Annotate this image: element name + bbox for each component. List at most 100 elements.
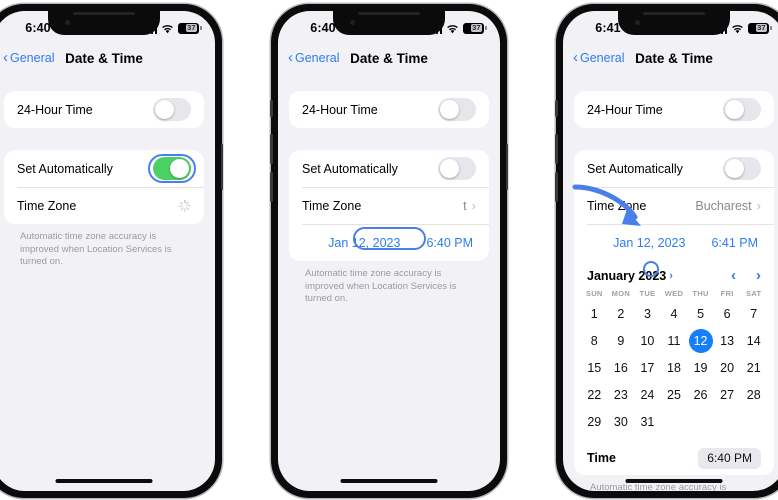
card-auto-3: Set Automatically Time Zone Bucharest › (574, 150, 774, 475)
volume-down-button[interactable] (555, 172, 558, 202)
calendar-day-selected[interactable]: 12 (687, 327, 714, 354)
calendar-weekday-header: SUN MON TUE WED THU FRI SAT (574, 286, 774, 299)
date-picker-button[interactable]: Jan 12, 2023 (328, 236, 400, 250)
settings-content-2: 24-Hour Time Set Automatically Time Zone… (278, 91, 500, 306)
calendar-day-empty (687, 408, 714, 435)
battery-percent: 37 (185, 23, 197, 32)
date-picker-button[interactable]: Jan 12, 2023 (613, 236, 685, 250)
calendar-day[interactable]: 23 (608, 381, 635, 408)
row-time-zone[interactable]: Time Zone t › (289, 187, 489, 224)
toggle-knob (724, 99, 745, 120)
phone-3-screen: 6:41 37 ‹ General Date & Time 24-Hour Ti… (563, 11, 778, 491)
toggle-24-hour-time[interactable] (153, 98, 191, 121)
calendar-day[interactable]: 27 (714, 381, 741, 408)
calendar-day[interactable]: 8 (581, 327, 608, 354)
back-button-label: General (10, 51, 55, 65)
calendar-day[interactable]: 7 (740, 300, 767, 327)
volume-up-button[interactable] (555, 134, 558, 164)
calendar-day[interactable]: 22 (581, 381, 608, 408)
calendar-day[interactable]: 11 (661, 327, 688, 354)
row-label: 24-Hour Time (587, 102, 663, 117)
calendar-day[interactable]: 29 (581, 408, 608, 435)
calendar-day-empty (661, 408, 688, 435)
calendar-day[interactable]: 28 (740, 381, 767, 408)
power-button[interactable] (505, 144, 508, 190)
row-24-hour-time[interactable]: 24-Hour Time (289, 91, 489, 128)
calendar-day[interactable]: 20 (714, 354, 741, 381)
chevron-left-icon: ‹ (288, 49, 293, 66)
footnote-1: Automatic time zone accuracy is improved… (20, 231, 172, 267)
calendar-day[interactable]: 2 (608, 300, 635, 327)
time-picker-button[interactable]: 6:40 PM (426, 236, 473, 250)
volume-up-button[interactable] (270, 134, 273, 164)
row-set-automatically[interactable]: Set Automatically (574, 150, 774, 187)
mute-switch[interactable] (555, 100, 558, 117)
chevron-right-icon: › (756, 198, 761, 213)
time-picker-button[interactable]: 6:41 PM (711, 236, 758, 250)
weekday-label: WED (664, 289, 684, 298)
weekday-label: THU (692, 289, 709, 298)
row-time-zone[interactable]: Time Zone Bucharest › (574, 187, 774, 224)
calendar-day[interactable]: 13 (714, 327, 741, 354)
calendar-next-month-button[interactable]: › (756, 267, 761, 284)
calendar-prev-month-button[interactable]: ‹ (731, 267, 736, 284)
calendar-day[interactable]: 19 (687, 354, 714, 381)
calendar-day[interactable]: 6 (714, 300, 741, 327)
calendar-day[interactable]: 21 (740, 354, 767, 381)
phone-mockup-2: 6:40 37 ‹ General Date & Time 24-Hour Ti… (270, 4, 508, 498)
row-label: Time Zone (17, 198, 77, 213)
back-button-general[interactable]: ‹ General (288, 49, 339, 66)
power-button[interactable] (220, 144, 223, 190)
card-auto-2: Set Automatically Time Zone t › Jan 12, … (289, 150, 489, 261)
calendar-day[interactable]: 3 (634, 300, 661, 327)
toggle-24-hour-time[interactable] (723, 98, 761, 121)
row-accessory: t › (463, 199, 476, 213)
row-date-time-picker: Jan 12, 2023 6:40 PM (289, 224, 489, 261)
volume-down-button[interactable] (270, 172, 273, 202)
toggle-set-automatically[interactable] (723, 157, 761, 180)
battery-icon: 37 (748, 22, 772, 34)
card-24hour-2: 24-Hour Time (289, 91, 489, 128)
toggle-set-automatically[interactable] (153, 157, 191, 180)
calendar-day[interactable]: 18 (661, 354, 688, 381)
time-value-chip[interactable]: 6:40 PM (698, 447, 761, 469)
calendar-day[interactable]: 9 (608, 327, 635, 354)
calendar-day[interactable]: 30 (608, 408, 635, 435)
toggle-set-automatically[interactable] (438, 157, 476, 180)
calendar-day[interactable]: 5 (687, 300, 714, 327)
wifi-icon (161, 24, 174, 34)
calendar-day[interactable]: 17 (634, 354, 661, 381)
chevron-right-icon: › (471, 198, 476, 213)
battery-icon: 37 (178, 22, 202, 34)
row-time-zone[interactable]: Time Zone (4, 187, 204, 224)
phone-mockup-3: 6:41 37 ‹ General Date & Time 24-Hour Ti… (555, 4, 778, 498)
card-auto-1: Set Automatically Time Zone (4, 150, 204, 224)
home-indicator[interactable] (55, 479, 153, 483)
calendar-day[interactable]: 16 (608, 354, 635, 381)
calendar-day[interactable]: 25 (661, 381, 688, 408)
home-indicator[interactable] (625, 479, 723, 483)
row-24-hour-time[interactable]: 24-Hour Time (4, 91, 204, 128)
calendar-day[interactable]: 1 (581, 300, 608, 327)
calendar-month-selector[interactable]: January 2023 › (587, 261, 673, 283)
row-set-automatically[interactable]: Set Automatically (4, 150, 204, 187)
calendar-day[interactable]: 10 (634, 327, 661, 354)
calendar-day[interactable]: 26 (687, 381, 714, 408)
calendar-day[interactable]: 15 (581, 354, 608, 381)
row-accessory (438, 98, 476, 121)
chevron-right-circle-icon: › (669, 269, 673, 282)
back-button-general[interactable]: ‹ General (573, 50, 624, 65)
row-accessory (723, 157, 761, 180)
calendar-day[interactable]: 14 (740, 327, 767, 354)
back-button-general[interactable]: ‹ General (3, 50, 55, 65)
row-24-hour-time[interactable]: 24-Hour Time (574, 91, 774, 128)
row-set-automatically[interactable]: Set Automatically (289, 150, 489, 187)
calendar-day[interactable]: 24 (634, 381, 661, 408)
row-label: Time (587, 451, 616, 465)
toggle-24-hour-time[interactable] (438, 98, 476, 121)
calendar-day[interactable]: 31 (634, 408, 661, 435)
calendar-day[interactable]: 4 (661, 300, 688, 327)
home-indicator[interactable] (340, 479, 438, 483)
mute-switch[interactable] (270, 100, 273, 117)
row-label: 24-Hour Time (302, 102, 378, 117)
